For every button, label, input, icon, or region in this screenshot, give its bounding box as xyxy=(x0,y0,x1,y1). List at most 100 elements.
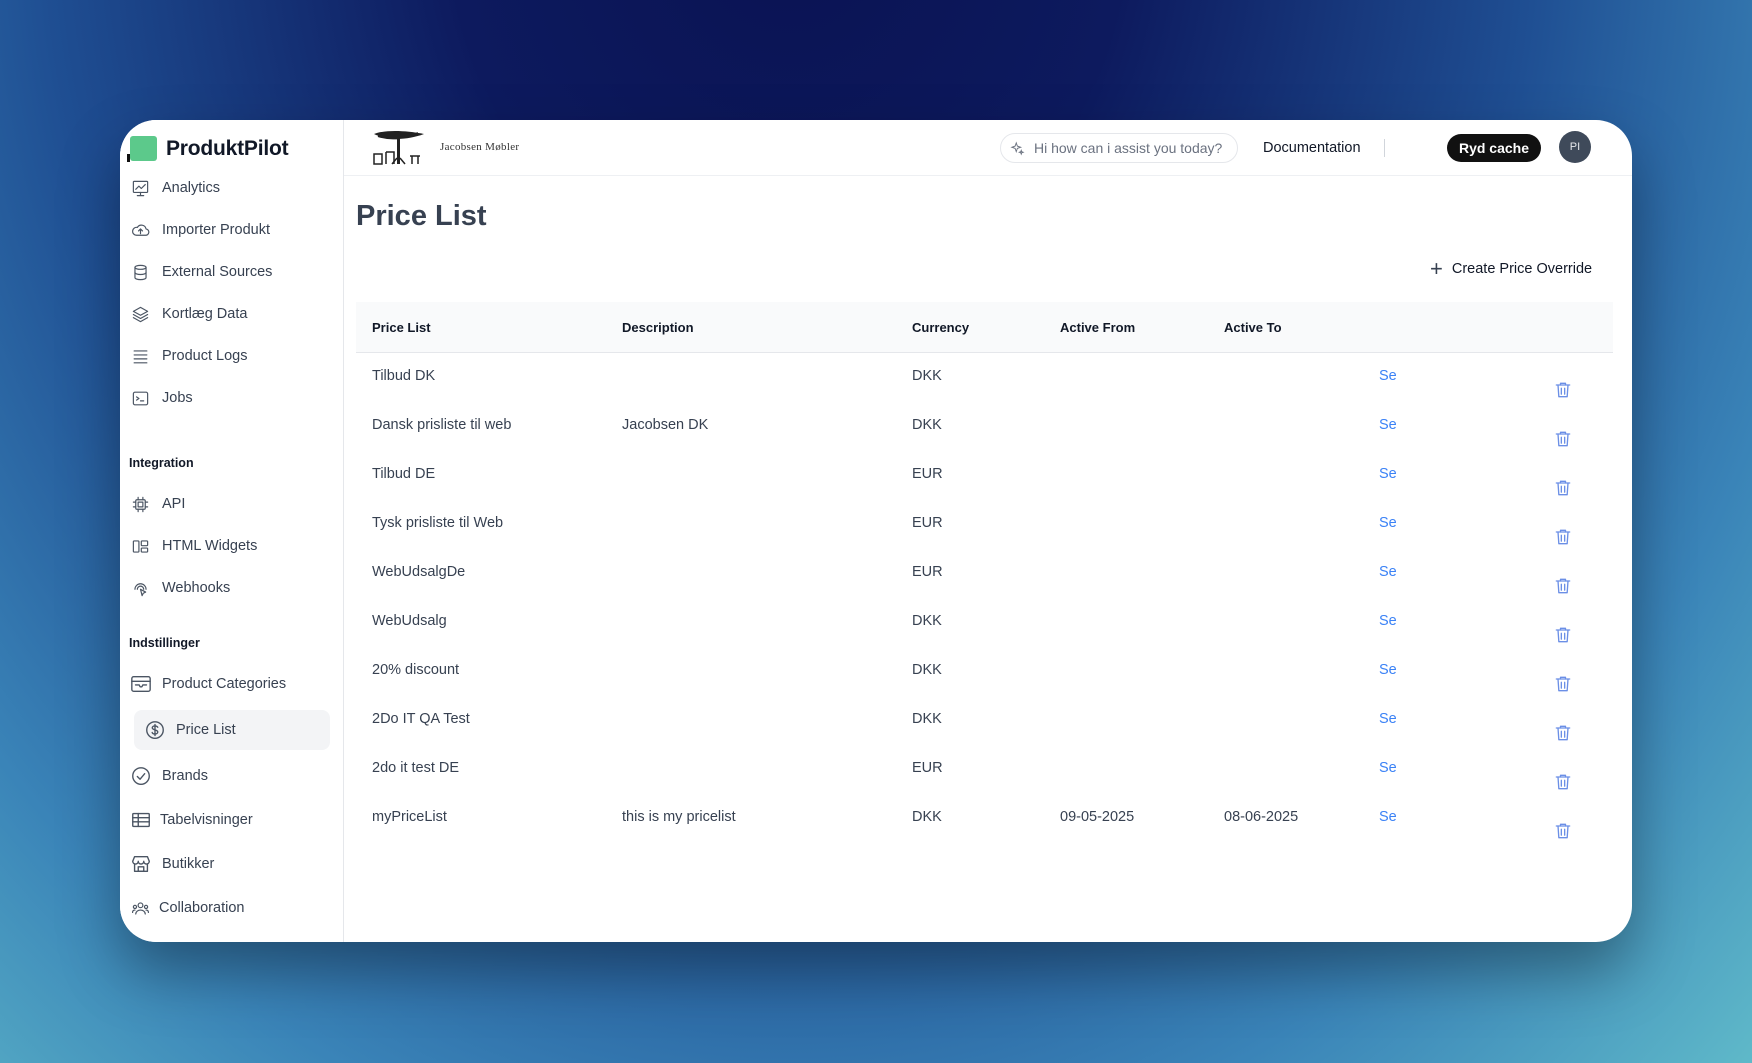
chart-icon xyxy=(130,178,150,198)
cell-price-list: 2Do IT QA Test xyxy=(372,711,470,727)
view-link[interactable]: Se xyxy=(1379,417,1397,433)
create-price-override-label: Create Price Override xyxy=(1451,261,1593,277)
widgets-icon xyxy=(130,536,150,556)
cell-currency: DKK xyxy=(912,417,942,433)
assistant-input[interactable]: Hi how can i assist you today? xyxy=(1000,133,1238,163)
table-row: 2do it test DE EUR Se xyxy=(356,745,1613,794)
table-row: WebUdsalgDe EUR Se xyxy=(356,549,1613,598)
plus-icon: + xyxy=(1430,256,1443,281)
cell-currency: DKK xyxy=(912,613,942,629)
database-icon xyxy=(130,262,150,282)
cell-price-list: WebUdsalgDe xyxy=(372,564,466,580)
view-link[interactable]: Se xyxy=(1379,809,1397,825)
sidebar-item-label: External Sources xyxy=(162,264,273,280)
sparkle-icon xyxy=(1010,140,1025,155)
cell-currency: DKK xyxy=(912,809,942,825)
cell-currency: DKK xyxy=(912,368,942,384)
header-active-to[interactable]: Active To xyxy=(1224,320,1282,335)
users-icon xyxy=(130,898,150,918)
sidebar-item-api[interactable]: API xyxy=(130,484,185,524)
sidebar-item-analytics[interactable]: Analytics xyxy=(130,168,220,208)
sidebar-item-collaboration[interactable]: Collaboration xyxy=(130,888,244,928)
view-link[interactable]: Se xyxy=(1379,760,1397,776)
header-description[interactable]: Description xyxy=(622,320,694,335)
sidebar-item-label: Butikker xyxy=(162,856,215,872)
cell-description: Jacobsen DK xyxy=(622,417,709,433)
sidebar-item-label: Product Categories xyxy=(162,676,287,692)
terminal-icon xyxy=(130,388,150,408)
view-link[interactable]: Se xyxy=(1379,662,1397,678)
table-row: WebUdsalg DKK Se xyxy=(356,598,1613,647)
section-title-integration: Integration xyxy=(129,456,194,470)
header-price-list[interactable]: Price List xyxy=(372,320,431,335)
brand-logo-icon xyxy=(127,136,157,162)
view-link[interactable]: Se xyxy=(1379,613,1397,629)
view-link[interactable]: Se xyxy=(1379,515,1397,531)
sidebar-item-label: Kortlæg Data xyxy=(162,306,248,322)
sidebar-item-html-widgets[interactable]: HTML Widgets xyxy=(130,526,257,566)
trash-icon xyxy=(1553,576,1573,600)
table-row: Tilbud DE EUR Se xyxy=(356,451,1613,500)
app-window: ProduktPilot Analytics Importer Produkt … xyxy=(120,120,1632,942)
create-price-override-button[interactable]: + Create Price Override xyxy=(1430,256,1593,281)
sidebar-item-webhooks[interactable]: Webhooks xyxy=(130,568,230,608)
table-header: Price List Description Currency Active F… xyxy=(356,302,1613,353)
topbar-divider xyxy=(1384,139,1385,157)
trash-icon xyxy=(1553,429,1573,453)
view-link[interactable]: Se xyxy=(1379,564,1397,580)
cpu-icon xyxy=(130,494,150,514)
cell-price-list: myPriceList xyxy=(372,809,447,825)
view-link[interactable]: Se xyxy=(1379,711,1397,727)
cell-price-list: Tilbud DK xyxy=(372,368,436,384)
sidebar-item-label: Importer Produkt xyxy=(162,222,270,238)
table-icon xyxy=(130,810,152,830)
trash-icon xyxy=(1553,723,1573,747)
brand[interactable]: ProduktPilot xyxy=(127,136,289,162)
sidebar-item-label: API xyxy=(162,496,186,512)
cell-currency: EUR xyxy=(912,515,943,531)
client-logo-text: Jacobsen Møbler xyxy=(440,141,520,153)
header-active-from[interactable]: Active From xyxy=(1060,320,1135,335)
page-title: Price List xyxy=(356,200,487,232)
sidebar: ProduktPilot Analytics Importer Produkt … xyxy=(120,120,344,942)
clear-cache-button[interactable]: Ryd cache xyxy=(1447,134,1541,162)
dollar-circle-icon xyxy=(144,720,166,740)
sidebar-item-tabelvisninger[interactable]: Tabelvisninger xyxy=(130,800,253,840)
cell-currency: EUR xyxy=(912,564,943,580)
view-link[interactable]: Se xyxy=(1379,368,1397,384)
cell-price-list: 20% discount xyxy=(372,662,460,678)
sidebar-item-product-logs[interactable]: Product Logs xyxy=(130,336,247,376)
table-row: myPriceList this is my pricelist DKK 09-05-… xyxy=(356,794,1613,843)
table-row: 20% discount DKK Se xyxy=(356,647,1613,696)
avatar[interactable]: PI xyxy=(1559,131,1591,163)
trash-icon xyxy=(1553,478,1573,502)
cell-price-list: Dansk prisliste til web xyxy=(372,417,512,433)
sidebar-item-label: Webhooks xyxy=(162,580,231,596)
sidebar-item-brands[interactable]: Brands xyxy=(130,756,208,796)
client-logo[interactable]: Jacobsen Møbler xyxy=(366,130,526,166)
documentation-link[interactable]: Documentation xyxy=(1263,140,1361,156)
sidebar-item-importer-produkt[interactable]: Importer Produkt xyxy=(130,210,270,250)
tray-icon xyxy=(130,674,152,694)
sidebar-item-label: Tabelvisninger xyxy=(160,812,253,828)
cloud-upload-icon xyxy=(130,220,150,240)
layers-icon xyxy=(130,304,150,324)
sidebar-item-label: Analytics xyxy=(162,180,221,196)
sidebar-item-kortlaeg-data[interactable]: Kortlæg Data xyxy=(130,294,247,334)
cell-active-from: 09-05-2025 xyxy=(1060,809,1135,825)
sidebar-item-external-sources[interactable]: External Sources xyxy=(130,252,272,292)
sidebar-item-jobs[interactable]: Jobs xyxy=(130,378,193,418)
sidebar-item-butikker[interactable]: Butikker xyxy=(130,844,214,884)
sidebar-item-label: Collaboration xyxy=(159,900,245,916)
price-list-table: Price List Description Currency Active F… xyxy=(356,302,1613,843)
header-currency[interactable]: Currency xyxy=(912,320,969,335)
sidebar-item-label: Product Logs xyxy=(162,348,248,364)
cell-price-list: Tilbud DE xyxy=(372,466,436,482)
cell-currency: EUR xyxy=(912,760,943,776)
sidebar-item-price-list[interactable]: Price List xyxy=(134,710,330,750)
list-icon xyxy=(130,346,150,366)
cell-currency: EUR xyxy=(912,466,943,482)
table-row: Tysk prisliste til Web EUR Se xyxy=(356,500,1613,549)
view-link[interactable]: Se xyxy=(1379,466,1397,482)
sidebar-item-product-categories[interactable]: Product Categories xyxy=(130,664,286,704)
